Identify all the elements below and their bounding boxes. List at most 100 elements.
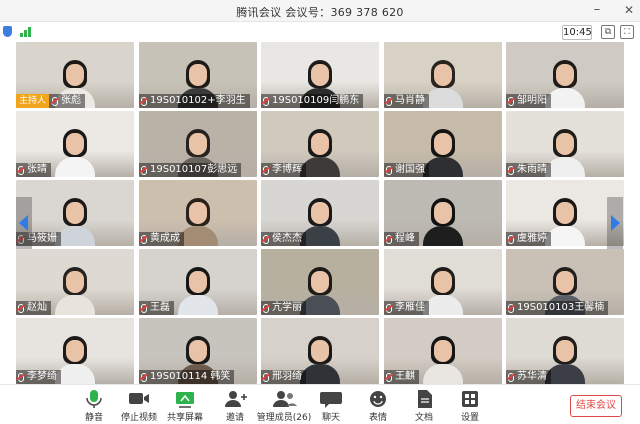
- muted-mic-icon: [508, 372, 514, 382]
- participant-tile[interactable]: 侯杰杰: [261, 180, 379, 246]
- host-badge: 主持人: [16, 94, 50, 108]
- invite-button[interactable]: 邀请: [207, 389, 263, 423]
- participant-video: [55, 261, 95, 315]
- participant-name-label: 19S010114 韩笑: [139, 370, 235, 384]
- participant-tile[interactable]: 苏华清: [506, 318, 624, 384]
- muted-mic-icon: [508, 234, 514, 244]
- muted-mic-icon: [141, 234, 147, 244]
- participant-name: 邢羽绮: [272, 371, 302, 382]
- bottom-toolbar: 静音 停止视频 共享屏幕 邀请 管理成员(26) 聊天 表情 文档 设置: [0, 384, 640, 424]
- video-grid: 主持人 张彪 19S010102+李羽生 19S010109闫鹏东 马肖静 邹明阳张晴 19…: [16, 42, 624, 384]
- participant-name: 19S010107彭思远: [150, 164, 238, 175]
- participant-name-label: 王磊: [139, 301, 174, 315]
- title-bar: 腾讯会议 会议号：369 378 620 – ✕: [0, 0, 640, 22]
- participant-name-label: 马肖静: [384, 94, 429, 108]
- participant-name: 侯杰杰: [272, 233, 302, 244]
- muted-mic-icon: [508, 165, 514, 175]
- muted-mic-icon: [508, 303, 514, 313]
- participant-name-label: 李雁佳: [384, 301, 429, 315]
- participant-name-label: 19S010103王馨楠: [506, 301, 609, 315]
- meeting-window: 腾讯会议 会议号：369 378 620 – ✕ 10:45 ⧉ ⛶ 主持人 张彪…: [0, 0, 640, 424]
- participant-tile[interactable]: 马肖静: [384, 42, 502, 108]
- participant-tile[interactable]: 19S010114 韩笑: [139, 318, 257, 384]
- participant-name: 19S010102+李羽生: [150, 95, 246, 106]
- participant-name-label: 19S010102+李羽生: [139, 94, 250, 108]
- participant-name: 朱雨晴: [517, 164, 547, 175]
- settings-button[interactable]: 设置: [442, 389, 498, 423]
- security-shield-icon[interactable]: [3, 26, 12, 37]
- network-signal-icon[interactable]: [20, 27, 34, 37]
- participant-name: 李博辉: [272, 164, 302, 175]
- muted-mic-icon: [18, 372, 24, 382]
- next-page-arrow[interactable]: [607, 197, 623, 249]
- participant-name-label: 邢羽绮: [261, 370, 306, 384]
- participant-tile[interactable]: 张晴: [16, 111, 134, 177]
- participant-tile[interactable]: 李梦绮: [16, 318, 134, 384]
- prev-page-arrow[interactable]: [16, 197, 32, 249]
- muted-mic-icon: [386, 303, 392, 313]
- participant-tile[interactable]: 马筱姗: [16, 180, 134, 246]
- participant-tile[interactable]: 李博辉: [261, 111, 379, 177]
- muted-mic-icon: [18, 165, 24, 175]
- muted-mic-icon: [52, 96, 59, 106]
- fullscreen-icon[interactable]: ⛶: [620, 25, 634, 39]
- participant-name-label: 朱雨晴: [506, 163, 551, 177]
- participant-video: [423, 261, 463, 315]
- participant-name: 赵灿: [27, 302, 47, 313]
- participant-tile[interactable]: 程峰: [384, 180, 502, 246]
- share-screen-button[interactable]: 共享屏幕: [157, 389, 213, 423]
- participant-name-label: 亢学丽: [261, 301, 306, 315]
- muted-mic-icon: [18, 303, 24, 313]
- participant-name: 谢国强: [395, 164, 425, 175]
- participant-tile[interactable]: 王麒: [384, 318, 502, 384]
- participant-name: 李雁佳: [395, 302, 425, 313]
- participant-tile[interactable]: 黄成成: [139, 180, 257, 246]
- invite-person-icon: [225, 391, 247, 407]
- participant-name: 马肖静: [395, 95, 425, 106]
- participant-tile[interactable]: 19S010109闫鹏东: [261, 42, 379, 108]
- participant-name: 19S010114 韩笑: [150, 371, 231, 382]
- participant-video: [423, 330, 463, 384]
- participant-name-label: 李梦绮: [16, 370, 61, 384]
- meeting-info-row: [0, 22, 640, 42]
- end-meeting-button[interactable]: 结束会议: [570, 395, 622, 417]
- participant-tile[interactable]: 亢学丽: [261, 249, 379, 315]
- participant-video: [178, 192, 218, 246]
- muted-mic-icon: [263, 372, 269, 382]
- participant-name-label: 虞雅婷: [506, 232, 551, 246]
- copy-icon[interactable]: ⧉: [601, 25, 615, 39]
- participant-tile[interactable]: 主持人 张彪: [16, 42, 134, 108]
- participant-video: [55, 192, 95, 246]
- participant-name: 19S010103王馨楠: [517, 302, 605, 313]
- share-screen-icon: [176, 392, 194, 408]
- participant-tile[interactable]: 王磊: [139, 249, 257, 315]
- participant-video: [300, 192, 340, 246]
- participant-name: 黄成成: [150, 233, 180, 244]
- participant-tile[interactable]: 谢国强: [384, 111, 502, 177]
- participant-tile[interactable]: 朱雨晴: [506, 111, 624, 177]
- participant-name: 苏华清: [517, 371, 547, 382]
- close-icon[interactable]: ✕: [620, 2, 638, 18]
- participant-tile[interactable]: 邢羽绮: [261, 318, 379, 384]
- participant-video: [423, 54, 463, 108]
- muted-mic-icon: [263, 303, 269, 313]
- participant-tile[interactable]: 李雁佳: [384, 249, 502, 315]
- participant-name-label: 19S010109闫鹏东: [261, 94, 364, 108]
- participant-tile[interactable]: 邹明阳: [506, 42, 624, 108]
- participant-video: [545, 192, 585, 246]
- muted-mic-icon: [141, 96, 147, 106]
- minimize-icon[interactable]: –: [588, 2, 606, 18]
- participant-video: [300, 330, 340, 384]
- participant-tile[interactable]: 19S010102+李羽生: [139, 42, 257, 108]
- participant-tile[interactable]: 19S010103王馨楠: [506, 249, 624, 315]
- muted-mic-icon: [141, 372, 147, 382]
- muted-mic-icon: [263, 234, 269, 244]
- muted-mic-icon: [386, 234, 392, 244]
- participant-name-label: 张晴: [16, 163, 51, 177]
- participant-name: 王麒: [395, 371, 415, 382]
- participant-video: [423, 123, 463, 177]
- participant-name-label: 苏华清: [506, 370, 551, 384]
- participant-tile[interactable]: 19S010107彭思远: [139, 111, 257, 177]
- meeting-timer: 10:45: [562, 25, 592, 40]
- participant-tile[interactable]: 赵灿: [16, 249, 134, 315]
